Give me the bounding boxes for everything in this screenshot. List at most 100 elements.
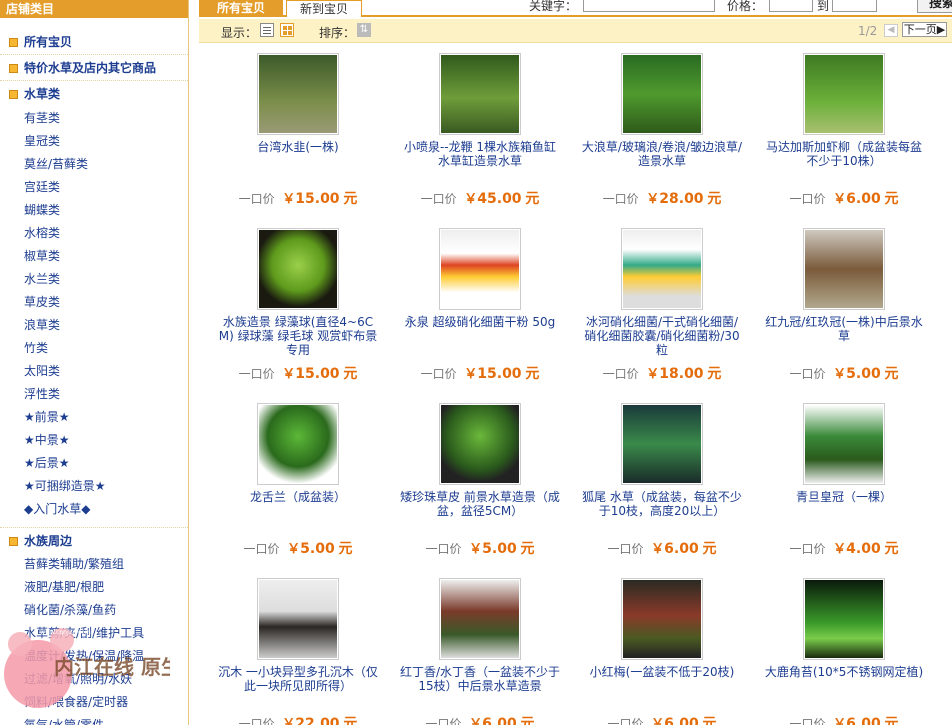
product-name-link[interactable]: 沉木 一小块异型多孔沉木（仅此一块所见即所得） xyxy=(217,665,379,693)
product-image xyxy=(805,230,883,308)
tab-new-items[interactable]: 新到宝贝 xyxy=(286,0,362,17)
product-thumbnail[interactable] xyxy=(803,53,885,135)
plants-subcategory-list: 有茎类 皇冠类 莫丝/苔藓类 宫廷类 蝴蝶类 水榕类 椒草类 水兰类 草皮类 浪草类 竹类 太阳类 浮性… xyxy=(0,107,188,521)
product-price: 一口价 ￥15.00 元 xyxy=(207,363,389,383)
product-thumbnail[interactable] xyxy=(621,578,703,660)
product-name-link[interactable]: 红九冠/红玖冠(一株)中后景水草 xyxy=(763,315,925,343)
product-thumbnail[interactable] xyxy=(621,53,703,135)
sort-icon[interactable]: ⇅ xyxy=(357,23,371,37)
sidebar-subcategory-item[interactable]: 椒草类 xyxy=(0,245,188,268)
product-image xyxy=(623,55,701,133)
product-name-link[interactable]: 水族造景 绿藻球(直径4~6CM) 绿球藻 绿毛球 观赏虾布景专用 xyxy=(217,315,379,357)
product-thumbnail[interactable] xyxy=(257,228,339,310)
bullet-icon xyxy=(9,90,18,99)
product-thumbnail[interactable] xyxy=(439,228,521,310)
product-thumbnail[interactable] xyxy=(257,403,339,485)
product-thumbnail[interactable] xyxy=(439,53,521,135)
product-name-link[interactable]: 大浪草/玻璃浪/卷浪/皱边浪草/造景水草 xyxy=(581,140,743,168)
sort-label: 排序： xyxy=(319,26,356,40)
sidebar-subcategory-item[interactable]: ◆入门水草◆ xyxy=(0,498,188,521)
tab-all-items[interactable]: 所有宝贝 xyxy=(199,0,283,17)
product-name-link[interactable]: 冰河硝化细菌/干式硝化细菌/硝化细菌胶囊/硝化细菌粉/30粒 xyxy=(581,315,743,357)
sidebar-subcategory-item[interactable]: 有茎类 xyxy=(0,107,188,130)
sidebar-subcategory-item[interactable]: 草皮类 xyxy=(0,291,188,314)
sidebar-subcategory-item[interactable]: 太阳类 xyxy=(0,360,188,383)
product-price: 一口价 ￥15.00 元 xyxy=(207,188,389,208)
bullet-icon xyxy=(9,38,18,47)
category-all-items[interactable]: 所有宝贝 xyxy=(0,29,188,55)
sidebar-subcategory-item[interactable]: 苔藓类辅助/繁殖组 xyxy=(0,553,188,576)
product-price: 一口价 ￥28.00 元 xyxy=(571,188,753,208)
price-label: 一口价 xyxy=(602,367,639,381)
currency-symbol: ￥ xyxy=(287,542,301,557)
price-label: 一口价 xyxy=(789,192,826,206)
product-thumbnail[interactable] xyxy=(621,403,703,485)
price-label: 一口价 xyxy=(789,542,826,556)
product-name-link[interactable]: 矮珍珠草皮 前景水草造景（成盆，盆径5CM） xyxy=(399,490,561,518)
product-image xyxy=(441,580,519,658)
sidebar-subcategory-item[interactable]: 莫丝/苔藓类 xyxy=(0,153,188,176)
product-name-link[interactable]: 台湾水韭(一株) xyxy=(217,140,379,154)
product-thumbnail[interactable] xyxy=(803,228,885,310)
product-thumbnail[interactable] xyxy=(803,578,885,660)
product-name-link[interactable]: 大鹿角苔(10*5不锈钢网定植) xyxy=(763,665,925,679)
product-name-link[interactable]: 青旦皇冠（一棵） xyxy=(763,490,925,504)
sidebar-subcategory-item[interactable]: 液肥/基肥/根肥 xyxy=(0,576,188,599)
keyword-label: 关键字： xyxy=(529,0,578,13)
category-plants[interactable]: 水草类 xyxy=(0,81,188,107)
product-image xyxy=(441,230,519,308)
product-thumbnail[interactable] xyxy=(257,53,339,135)
prev-page-button[interactable]: ◀ xyxy=(884,24,898,37)
currency-symbol: ￥ xyxy=(646,192,660,207)
price-min-input[interactable] xyxy=(769,0,813,12)
price-unit: 元 xyxy=(884,716,899,725)
category-aquarium[interactable]: 水族周边 xyxy=(0,527,188,553)
display-label: 显示： xyxy=(221,26,258,40)
product-name-link[interactable]: 狐尾 水草（成盆装，每盆不少于10枝，高度20以上） xyxy=(581,490,743,518)
grid-view-icon[interactable] xyxy=(280,23,294,37)
currency-symbol: ￥ xyxy=(464,367,478,382)
sidebar-subcategory-item[interactable]: 竹类 xyxy=(0,337,188,360)
sidebar-subcategory-item[interactable]: 浮性类 xyxy=(0,383,188,406)
product-name-link[interactable]: 红丁香/水丁香（一盆装不少于15枝）中后景水草造景 xyxy=(399,665,561,693)
product-name-link[interactable]: 龙舌兰（成盆装） xyxy=(217,490,379,504)
sidebar-subcategory-item[interactable]: 皇冠类 xyxy=(0,130,188,153)
product-name-link[interactable]: 永泉 超级硝化细菌干粉 50g xyxy=(399,315,561,329)
product-thumbnail[interactable] xyxy=(439,403,521,485)
sidebar-subcategory-item[interactable]: ★前景★ xyxy=(0,406,188,429)
product-thumbnail[interactable] xyxy=(621,228,703,310)
price-value: 6.00 xyxy=(846,716,881,725)
sidebar-subcategory-item[interactable]: ★中景★ xyxy=(0,429,188,452)
sidebar-subcategory-item[interactable]: ★可捆绑造景★ xyxy=(0,475,188,498)
price-unit: 元 xyxy=(884,541,899,557)
next-page-button[interactable]: 下一页▶ xyxy=(902,22,947,37)
sidebar-subcategory-item[interactable]: 水榕类 xyxy=(0,222,188,245)
sidebar-subcategory-item[interactable]: ★后景★ xyxy=(0,452,188,475)
sidebar-subcategory-item[interactable]: 水兰类 xyxy=(0,268,188,291)
product-name-link[interactable]: 小红梅(一盆装不低于20枝) xyxy=(581,665,743,679)
category-specials[interactable]: 特价水草及店内其它商品 xyxy=(0,55,188,81)
page-indicator: 1/2 xyxy=(858,24,878,38)
product-image xyxy=(259,580,337,658)
product-price: 一口价 ￥5.00 元 xyxy=(389,538,571,558)
product-image xyxy=(805,580,883,658)
product-price: 一口价 ￥5.00 元 xyxy=(207,538,389,558)
sidebar-subcategory-item[interactable]: 宫廷类 xyxy=(0,176,188,199)
sidebar-subcategory-item[interactable]: 蝴蝶类 xyxy=(0,199,188,222)
price-max-input[interactable] xyxy=(832,0,877,12)
product-thumbnail[interactable] xyxy=(257,578,339,660)
price-label: 一口价 xyxy=(602,192,639,206)
product-name-link[interactable]: 马达加斯加虾柳（成盆装每盆不少于10株） xyxy=(763,140,925,168)
search-button[interactable]: 搜索 xyxy=(917,0,952,13)
product-name-link[interactable]: 小喷泉--龙鞭 1棵水族箱鱼缸水草缸造景水草 xyxy=(399,140,561,168)
sidebar-subcategory-item[interactable]: 浪草类 xyxy=(0,314,188,337)
list-view-icon[interactable] xyxy=(260,23,274,37)
product-thumbnail[interactable] xyxy=(439,578,521,660)
keyword-input[interactable] xyxy=(583,0,715,12)
product-image xyxy=(623,405,701,483)
currency-symbol: ￥ xyxy=(833,192,847,207)
product-thumbnail[interactable] xyxy=(803,403,885,485)
product-image xyxy=(441,405,519,483)
price-value: 28.00 xyxy=(659,191,704,207)
product-price: 一口价 ￥5.00 元 xyxy=(753,363,935,383)
